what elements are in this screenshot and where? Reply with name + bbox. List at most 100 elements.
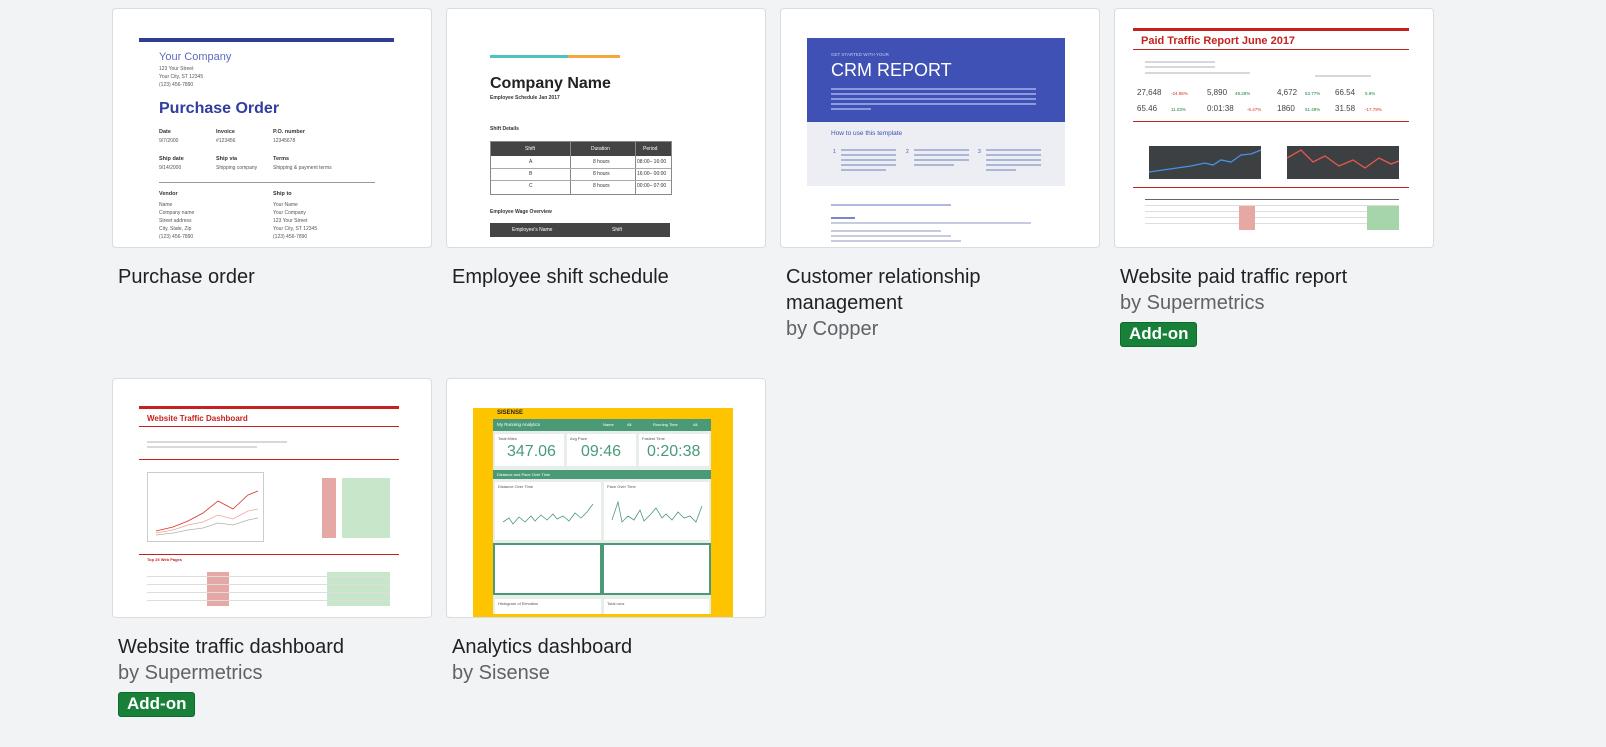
- sisense-logo: SISENSE: [497, 410, 524, 416]
- template-card-crm[interactable]: GET STARTED WITH YOUR CRM REPORT How to …: [780, 8, 1100, 342]
- preview-text: Shift: [525, 146, 536, 152]
- preview-text: Your Name: [273, 202, 298, 208]
- addon-badge: Add-on: [1120, 322, 1198, 347]
- crm-howto-panel: How to use this template 1 2 3: [807, 122, 1065, 186]
- line-chart: [1286, 146, 1400, 179]
- preview-text-line: [841, 154, 896, 156]
- preview-text: 3: [978, 149, 981, 155]
- template-thumbnail[interactable]: Paid Traffic Report June 2017 27,648 -24…: [1114, 8, 1434, 248]
- preview-text-line: [986, 164, 1041, 166]
- preview-text: All: [693, 422, 698, 427]
- template-card-website-traffic-dashboard[interactable]: Website Traffic Dashboard Top 25 Web Pag…: [112, 378, 432, 717]
- addon-badge: Add-on: [118, 692, 196, 717]
- preview-text: Employee Wage Overview: [490, 209, 552, 215]
- preview-text-line: [831, 204, 951, 206]
- template-title[interactable]: Customer relationship management: [786, 264, 1086, 316]
- template-author: by Supermetrics: [118, 662, 263, 684]
- preview-text-line: [831, 230, 941, 232]
- kpi-delta: 51.49%: [1305, 107, 1321, 112]
- preview-text: City, State, Zip: [159, 226, 192, 232]
- preview-text: My Running Analytics: [497, 422, 541, 427]
- template-card-purchase-order[interactable]: Your Company 123 Your Street Your City, …: [112, 8, 432, 290]
- template-author: by Supermetrics: [1120, 292, 1265, 314]
- preview-text: Company name: [159, 210, 195, 216]
- template-thumbnail[interactable]: GET STARTED WITH YOUR CRM REPORT How to …: [780, 8, 1100, 248]
- kpi-delta: -6.47%: [1247, 107, 1262, 112]
- preview-text: Top 25 Web Pages: [147, 557, 182, 562]
- preview-text-line: [841, 149, 896, 151]
- template-title[interactable]: Purchase order: [118, 264, 418, 290]
- preview-table: Shift Duration Period A 8 hours 08:00– 1…: [490, 141, 672, 195]
- template-author: by Copper: [786, 318, 879, 340]
- preview-text-line: [831, 217, 855, 219]
- kpi-value: 27,648: [1137, 88, 1162, 97]
- preview-text: P.O. number: [273, 129, 305, 135]
- template-title[interactable]: Analytics dashboard: [452, 634, 752, 660]
- preview-text: Employee's Name: [512, 227, 553, 233]
- preview-text: Ship date: [159, 156, 184, 162]
- line-chart-series: [155, 490, 259, 536]
- template-thumbnail[interactable]: SISENSE My Running Analytics Name All Ru…: [446, 378, 766, 618]
- section-rule: [1133, 187, 1409, 188]
- data-table-strip: [493, 543, 711, 595]
- kpi-card: Fastest Time 0:20:38: [639, 434, 709, 466]
- preview-text: Your City, ST 12345: [273, 226, 318, 232]
- header-accent: [490, 55, 568, 58]
- template-thumbnail[interactable]: Your Company 123 Your Street Your City, …: [112, 8, 432, 248]
- kpi-label: Total Miles: [498, 436, 517, 441]
- preview-text: Date: [159, 129, 171, 135]
- kpi-value: 65.46: [1137, 104, 1158, 113]
- kpi-value: 0:20:38: [647, 443, 701, 460]
- preview-text-line: [914, 164, 954, 166]
- preview-text: Shipping & payment terms: [273, 165, 332, 171]
- preview-text-line: [986, 169, 1016, 171]
- preview-text: 8 hours: [593, 171, 610, 177]
- preview-text: 1: [833, 149, 836, 155]
- preview-text: All: [627, 422, 632, 427]
- mini-chart-series: [611, 500, 703, 523]
- preview-text: 08:00– 16:00: [637, 159, 667, 165]
- preview-company: Your Company: [159, 51, 232, 63]
- preview-text: 123 Your Street: [159, 66, 194, 72]
- preview-text: Street address: [159, 218, 192, 224]
- preview-text: (123) 456-7890: [273, 234, 308, 240]
- kpi-card: Avg Pace 09:46: [567, 434, 636, 466]
- line-chart: [1148, 146, 1262, 179]
- template-card-employee-shift-schedule[interactable]: Company Name Employee Schedule Jan 2017 …: [446, 8, 766, 290]
- template-card-paid-traffic-report[interactable]: Paid Traffic Report June 2017 27,648 -24…: [1114, 8, 1434, 347]
- kpi-value: 4,672: [1277, 88, 1298, 97]
- template-thumbnail[interactable]: Website Traffic Dashboard Top 25 Web Pag…: [112, 378, 432, 618]
- preview-text-line: [831, 240, 961, 242]
- line-chart-series: [1286, 149, 1400, 169]
- template-title[interactable]: Website traffic dashboard: [118, 634, 418, 660]
- template-title[interactable]: Employee shift schedule: [452, 264, 752, 290]
- kpi-value: 09:46: [581, 443, 622, 460]
- template-thumbnail[interactable]: Company Name Employee Schedule Jan 2017 …: [446, 8, 766, 248]
- kpi-delta: 53.77%: [1305, 91, 1321, 96]
- preview-text: Your City, ST 12345: [159, 74, 204, 80]
- kpi-delta: 5.9%: [1365, 91, 1376, 96]
- kpi-value: 5,890: [1207, 88, 1228, 97]
- kpi-value: 347.06: [507, 443, 556, 460]
- bottom-panel: Histogram of Elevation: [495, 599, 601, 614]
- preview-text: Shift Details: [490, 126, 519, 132]
- preview-text-line: [1145, 61, 1215, 63]
- line-chart: [147, 472, 264, 542]
- preview-text-line: [841, 159, 896, 161]
- kpi-delta: 49.28%: [1235, 91, 1251, 96]
- preview-text: Duration: [591, 146, 610, 152]
- kpi-value: 66.54: [1335, 88, 1356, 97]
- preview-text: 8 hours: [593, 159, 610, 165]
- preview-text: Vendor: [159, 191, 178, 197]
- preview-table-header: Employee's Name Shift: [490, 223, 670, 237]
- preview-heading: Website Traffic Dashboard: [147, 414, 248, 423]
- preview-text-line: [986, 154, 1041, 156]
- line-chart-series: [1148, 149, 1262, 173]
- preview-text: Terms: [273, 156, 290, 162]
- preview-text-line: [1145, 72, 1250, 74]
- preview-heading: Purchase Order: [159, 100, 280, 117]
- preview-text: Invoice: [216, 129, 235, 135]
- template-card-analytics-dashboard[interactable]: SISENSE My Running Analytics Name All Ru…: [446, 378, 766, 686]
- crm-banner: GET STARTED WITH YOUR CRM REPORT: [807, 38, 1065, 122]
- template-title[interactable]: Website paid traffic report: [1120, 264, 1420, 290]
